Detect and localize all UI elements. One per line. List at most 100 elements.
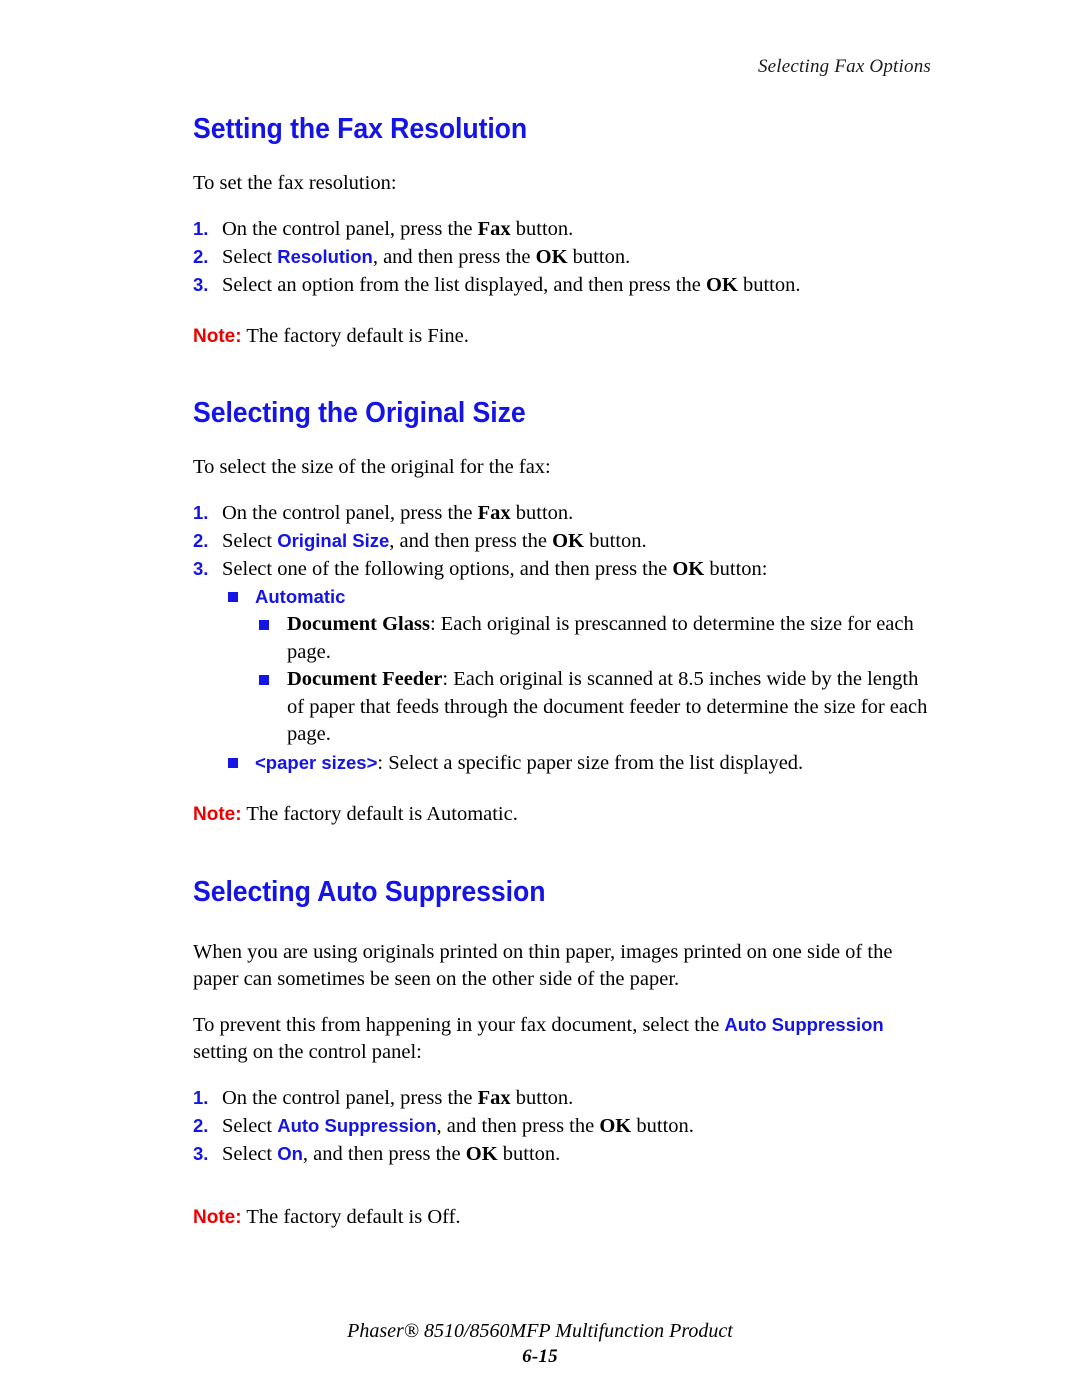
emphasis-text: Fax: [477, 217, 511, 240]
plain-text: setting on the control panel:: [193, 1041, 422, 1063]
emphasis-text: Document Glass: [287, 613, 430, 635]
option-item-automatic: Automatic: [193, 583, 933, 612]
steps-list-fax-resolution: 1. On the control panel, press the Fax b…: [193, 215, 933, 299]
square-bullet-icon: [228, 757, 238, 768]
note-original-size: Note: The factory default is Automatic.: [193, 801, 933, 829]
intro-paragraph-fax-resolution: To set the fax resolution:: [193, 172, 397, 194]
emphasis-text: OK: [535, 245, 568, 268]
emphasis-text: OK: [705, 273, 738, 296]
ui-term-text: <paper sizes>: [255, 751, 378, 773]
plain-text: Select: [222, 245, 278, 268]
plain-text: button.: [631, 1114, 694, 1137]
step-number: 2.: [193, 529, 209, 551]
step-text: On the control panel, press the Fax butt…: [222, 502, 573, 524]
plain-text: button.: [584, 529, 647, 552]
option-item-document-glass: Document Glass: Each original is prescan…: [193, 611, 933, 666]
intro-paragraph-original-size: To select the size of the original for t…: [193, 456, 551, 478]
step-text: Select one of the following options, and…: [222, 558, 767, 580]
footer-page-number: 6-15: [522, 1346, 558, 1367]
plain-text: , and then press the: [372, 245, 536, 268]
options-list-original-size: Automatic Document Glass: Each original …: [193, 583, 933, 778]
step-item: 2. Select Auto Suppression, and then pre…: [193, 1112, 933, 1140]
footer-product-name: Phaser® 8510/8560MFP Multifunction Produ…: [347, 1320, 733, 1342]
note-text: The factory default is Automatic.: [241, 803, 518, 825]
plain-text: To prevent this from happening in your f…: [193, 1013, 725, 1036]
step-number: 1.: [193, 1086, 209, 1108]
steps-list-auto-suppression: 1. On the control panel, press the Fax b…: [193, 1084, 933, 1168]
square-bullet-icon: [259, 620, 269, 630]
emphasis-text: OK: [672, 557, 705, 580]
step-item: 3. Select On, and then press the OK butt…: [193, 1140, 933, 1168]
square-bullet-icon: [259, 675, 269, 685]
steps-list-original-size: 1. On the control panel, press the Fax b…: [193, 499, 933, 583]
running-header: Selecting Fax Options: [757, 56, 931, 77]
emphasis-text: OK: [465, 1142, 498, 1165]
step-number: 1.: [193, 217, 209, 239]
note-text: The factory default is Off.: [241, 1205, 461, 1228]
plain-text: Select: [222, 1114, 278, 1137]
ui-term-text: Auto Suppression: [277, 1114, 437, 1136]
note-label: Note:: [193, 804, 242, 825]
step-number: 2.: [193, 245, 209, 267]
plain-text: Select: [222, 1142, 278, 1165]
step-item: 1. On the control panel, press the Fax b…: [193, 499, 933, 527]
step-item: 1. On the control panel, press the Fax b…: [193, 215, 933, 243]
option-text: Automatic: [255, 586, 345, 608]
ui-term-text: Automatic: [255, 585, 346, 607]
step-item: 2. Select Original Size, and then press …: [193, 527, 933, 555]
paragraph-auto-suppression-prevent: To prevent this from happening in your f…: [193, 1011, 933, 1067]
emphasis-text: OK: [552, 529, 585, 552]
step-text: Select Original Size, and then press the…: [222, 530, 647, 552]
step-item: 1. On the control panel, press the Fax b…: [193, 1084, 933, 1112]
plain-text: On the control panel, press the: [222, 1086, 478, 1109]
paragraph-auto-suppression-intro: When you are using originals printed on …: [193, 939, 933, 994]
step-text: On the control panel, press the Fax butt…: [222, 218, 573, 240]
step-item: 2. Select Resolution, and then press the…: [193, 243, 933, 271]
ui-term-text: Original Size: [277, 529, 390, 551]
plain-text: When you are using originals printed on …: [193, 940, 893, 991]
ui-term-text: Auto Suppression: [724, 1013, 884, 1035]
plain-text: On the control panel, press the: [222, 501, 478, 524]
plain-text: , and then press the: [389, 529, 553, 552]
plain-text: Select an option from the list displayed…: [222, 273, 706, 296]
emphasis-text: OK: [599, 1114, 632, 1137]
page-content: Setting the Fax Resolution To set the fa…: [193, 112, 933, 1231]
step-number: 2.: [193, 1114, 209, 1136]
option-text: Document Glass: Each original is prescan…: [287, 613, 914, 663]
step-text: Select Resolution, and then press the OK…: [222, 246, 630, 268]
option-text: Document Feeder: Each original is scanne…: [287, 668, 927, 745]
plain-text: button.: [497, 1142, 561, 1165]
step-text: On the control panel, press the Fax butt…: [222, 1087, 573, 1109]
section-heading-fax-resolution: Setting the Fax Resolution: [193, 113, 528, 145]
note-label: Note:: [193, 325, 242, 347]
step-text: Select Auto Suppression, and then press …: [222, 1115, 694, 1137]
note-auto-suppression: Note: The factory default is Off.: [193, 1204, 933, 1232]
option-text: <paper sizes>: Select a specific paper s…: [255, 752, 803, 774]
note-text: The factory default is Fine.: [241, 324, 469, 347]
plain-text: button.: [510, 501, 574, 524]
option-item-paper-sizes: <paper sizes>: Select a specific paper s…: [193, 749, 933, 778]
option-item-document-feeder: Document Feeder: Each original is scanne…: [193, 666, 933, 749]
step-number: 3.: [193, 1142, 209, 1164]
section-heading-original-size: Selecting the Original Size: [193, 397, 526, 429]
plain-text: : Select a specific paper size from the …: [377, 751, 804, 774]
plain-text: button:: [704, 557, 768, 580]
step-number: 3.: [193, 557, 209, 579]
step-item: 3. Select one of the following options, …: [193, 555, 933, 583]
square-bullet-icon: [228, 591, 238, 602]
plain-text: button.: [567, 245, 631, 268]
step-text: Select On, and then press the OK button.: [222, 1143, 560, 1165]
step-item: 3. Select an option from the list displa…: [193, 271, 933, 299]
plain-text: , and then press the: [302, 1142, 466, 1165]
note-fax-resolution: Note: The factory default is Fine.: [193, 323, 933, 351]
section-heading-auto-suppression: Selecting Auto Suppression: [193, 875, 546, 908]
plain-text: Select: [222, 529, 278, 552]
step-number: 1.: [193, 501, 209, 523]
emphasis-text: Document Feeder: [287, 668, 443, 690]
plain-text: On the control panel, press the: [222, 217, 478, 240]
emphasis-text: Fax: [477, 1086, 511, 1109]
plain-text: Select one of the following options, and…: [222, 557, 673, 580]
emphasis-text: Fax: [477, 501, 511, 524]
plain-text: button.: [510, 217, 574, 240]
plain-text: button.: [510, 1086, 574, 1109]
